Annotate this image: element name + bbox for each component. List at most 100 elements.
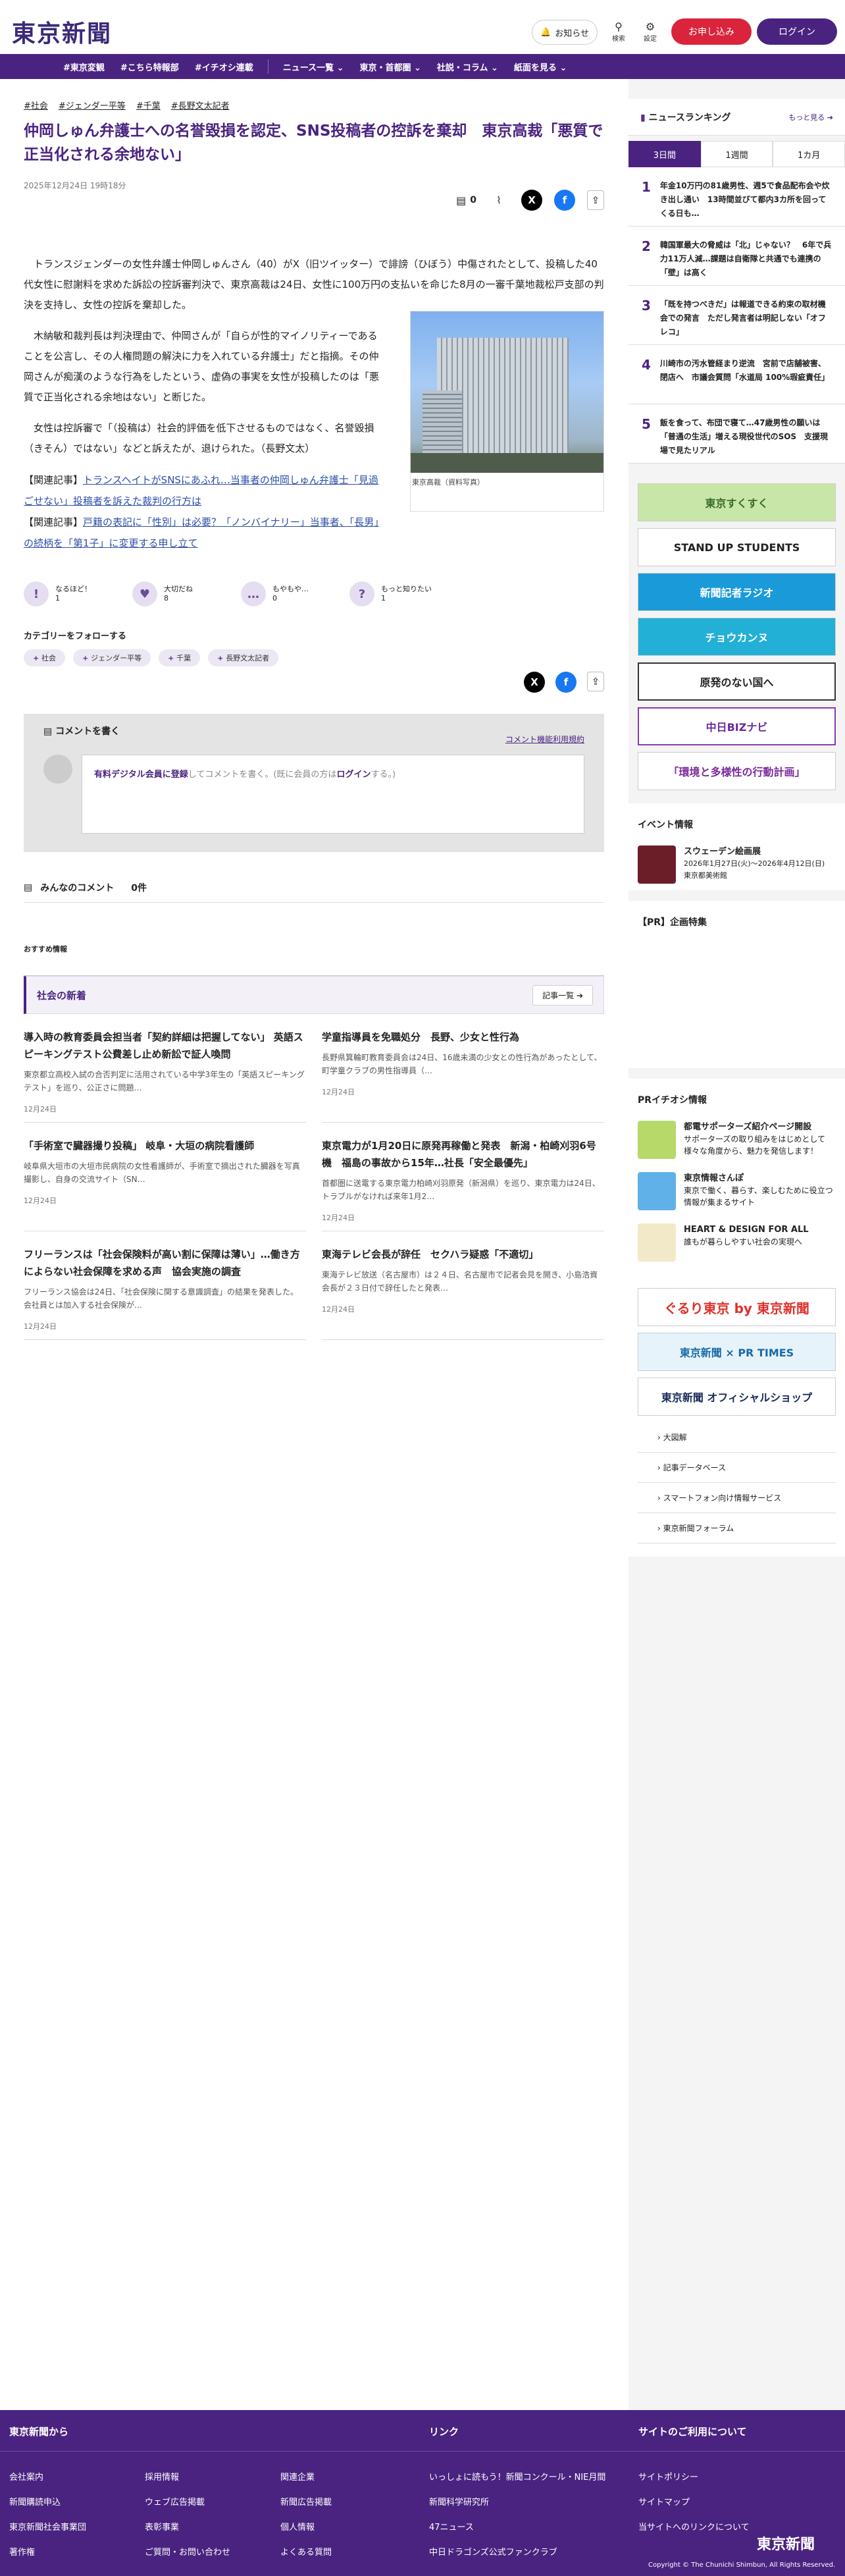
tag-link[interactable]: #社会 bbox=[24, 99, 48, 111]
x-share-icon[interactable]: X bbox=[524, 672, 545, 693]
tag-link[interactable]: #ジェンダー平等 bbox=[59, 99, 126, 111]
side-link[interactable]: › 記事データベース bbox=[638, 1453, 836, 1483]
reaction-button[interactable]: … もやもや… 0 bbox=[241, 581, 349, 606]
banner-official-shop[interactable]: 東京新聞 オフィシャルショップ bbox=[638, 1378, 836, 1416]
reaction-button[interactable]: ♥ 大切だね 8 bbox=[132, 581, 241, 606]
share-icon[interactable]: ⇪ bbox=[587, 190, 604, 210]
side-link[interactable]: › 大図解 bbox=[638, 1422, 836, 1453]
news-item[interactable]: 導入時の教育委員会担当者「契約詳細は把握してない」 英語スピーキングテスト公費差… bbox=[24, 1014, 306, 1123]
tag-link[interactable]: #千葉 bbox=[136, 99, 161, 111]
banner-choukanu[interactable]: チョウカンヌ bbox=[638, 618, 836, 656]
comment-count[interactable]: ▤ 0 bbox=[456, 194, 476, 207]
banner-diversity-plan[interactable]: 「環境と多様性の行動計画」 bbox=[638, 752, 836, 790]
footer-link[interactable]: 著作権 bbox=[9, 2540, 86, 2565]
news-item[interactable]: 学童指導員を免職処分 長野、少女と性行為 長野県箕輪町教育委員会は24日、16歳未… bbox=[322, 1014, 604, 1123]
footer-link[interactable]: 会社案内 bbox=[9, 2465, 86, 2490]
article-figure[interactable]: 東京高裁（資料写真） bbox=[410, 311, 604, 512]
share-icon[interactable]: ⇪ bbox=[587, 672, 604, 691]
facebook-share-icon[interactable]: f bbox=[555, 672, 576, 693]
banner-biz-navi[interactable]: 中日BIZナビ bbox=[638, 707, 836, 745]
footer-link[interactable]: サイトマップ bbox=[638, 2490, 750, 2515]
nav-item[interactable]: #イチオシ連載 bbox=[187, 54, 261, 79]
question-icon: ? bbox=[349, 581, 374, 606]
sidebar: ▮ ニュースランキング もっと見る ➔ 3日間 1週間 1カ月 1 年金10万円の8… bbox=[628, 79, 845, 2410]
footer-link[interactable]: 個人情報 bbox=[280, 2515, 332, 2540]
article-paragraph: トランスジェンダーの女性弁護士仲岡しゅんさん（40）がX（旧ツイッター）で誹謗（… bbox=[24, 258, 604, 311]
side-link[interactable]: › 東京新聞フォーラム bbox=[638, 1513, 836, 1543]
footer-link[interactable]: 当サイトへのリンクについて bbox=[638, 2515, 750, 2540]
nav-item[interactable]: ニュース一覧 ⌄ bbox=[275, 54, 352, 79]
site-logo[interactable]: 東京新聞 bbox=[12, 14, 112, 49]
pr-item[interactable]: 都電サポーターズ紹介ページ開設 サポーターズの取り組みをはじめとして様々な角度から… bbox=[628, 1114, 845, 1166]
nav-item[interactable]: #こちら特報部 bbox=[113, 54, 187, 79]
footer-link[interactable]: 採用情報 bbox=[145, 2465, 230, 2490]
news-item[interactable]: 東京電力が1月20日に原発再稼働と発表 新潟・柏崎刈羽6号機 福島の事故から15… bbox=[322, 1123, 604, 1231]
ranking-more-link[interactable]: もっと見る ➔ bbox=[788, 112, 833, 122]
pr-item[interactable]: 東京情報さんぽ 東京で働く、暮らす、楽しむために役立つ情報が集まるサイト bbox=[628, 1166, 845, 1217]
footer-link[interactable]: よくある質問 bbox=[280, 2540, 332, 2565]
footer-link[interactable]: いっしょに読もう！新聞コンクール・NIE月間 bbox=[429, 2465, 605, 2490]
footer-link[interactable]: ご質問・お問い合わせ bbox=[145, 2540, 230, 2565]
tab-1month[interactable]: 1カ月 bbox=[773, 141, 845, 167]
ranking-item[interactable]: 4 川崎市の汚水管経まり逆流 宮前で店舗被害、閉店へ 市議会質問「水道局 100%… bbox=[628, 345, 845, 404]
footer-link[interactable]: 新聞科学研究所 bbox=[429, 2490, 605, 2515]
banner-stand-up-students[interactable]: STAND UP STUDENTS bbox=[638, 528, 836, 566]
nav-item[interactable]: 社説・コラム ⌄ bbox=[429, 54, 506, 79]
settings-button[interactable]: ⚙ 設定 bbox=[637, 21, 663, 43]
tag-link[interactable]: #長野文太記者 bbox=[171, 99, 230, 111]
search-button[interactable]: ⚲ 検索 bbox=[605, 21, 632, 43]
footer-link[interactable]: 東京新聞社会事業団 bbox=[9, 2515, 86, 2540]
login-button[interactable]: ログイン bbox=[757, 18, 837, 45]
comment-rules-link[interactable]: コメント機能利用規約 bbox=[505, 734, 584, 745]
nav-item[interactable]: #東京変観 bbox=[55, 54, 113, 79]
footer-link[interactable]: 関連企業 bbox=[280, 2465, 332, 2490]
follow-tag[interactable]: + 長野文太記者 bbox=[208, 649, 279, 666]
banner-pr-times[interactable]: 東京新聞 × PR TIMES bbox=[638, 1333, 836, 1371]
x-share-icon[interactable]: X bbox=[521, 190, 542, 211]
side-link[interactable]: › スマートフォン向け情報サービス bbox=[638, 1483, 836, 1513]
news-item[interactable]: フリーランスは「社会保険料が高い割に保障は薄い」…働き方によらない社会保障を求め… bbox=[24, 1231, 306, 1340]
ranking-item[interactable]: 1 年金10万円の81歳男性、週5で食品配布会や炊き出し通い 13時間並びて都内3… bbox=[628, 167, 845, 227]
reaction-button[interactable]: ? もっと知りたい 1 bbox=[349, 581, 458, 606]
login-link[interactable]: ログイン bbox=[336, 770, 371, 780]
reaction-button[interactable]: ! なるほど！ 1 bbox=[24, 581, 132, 606]
footer-link[interactable]: サイトポリシー bbox=[638, 2465, 750, 2490]
event-item[interactable]: スウェーデン絵画展 2026年1月27日(火)〜2026年4月12日(日) 東京都… bbox=[628, 839, 845, 890]
follow-tag[interactable]: + ジェンダー平等 bbox=[73, 649, 151, 666]
facebook-share-icon[interactable]: f bbox=[554, 190, 575, 211]
news-item[interactable]: 東海テレビ会長が辞任 セクハラ疑惑「不適切」 東海テレビ放送（名古屋市）は２４日、… bbox=[322, 1231, 604, 1340]
pr-item[interactable]: HEART & DESIGN FOR ALL 誰もが暮らしやすい社会の実現へ bbox=[628, 1217, 845, 1268]
footer-links: 関連企業 新聞広告掲載 個人情報 よくある質問 bbox=[280, 2465, 332, 2565]
heart-design-thumbnail bbox=[638, 1223, 676, 1262]
comment-input[interactable]: 有料デジタル会員に登録してコメントを書く。(既に会員の方はログインする。) bbox=[82, 755, 584, 834]
clip-icon[interactable]: ⌇ bbox=[488, 190, 509, 211]
footer-link[interactable]: 表彰事業 bbox=[145, 2515, 230, 2540]
banner-reporter-radio[interactable]: 新聞記者ラジオ bbox=[638, 573, 836, 611]
footer-logo[interactable]: 東京新聞 bbox=[757, 2533, 815, 2554]
footer-link[interactable]: 47ニュース bbox=[429, 2515, 605, 2540]
news-item[interactable]: 「手術室で臓器撮り投稿」 岐阜・大垣の病院看護師 岐阜県大垣市の大垣市民病院の女性… bbox=[24, 1123, 306, 1231]
nav-item[interactable]: 紙面を見る ⌄ bbox=[506, 54, 575, 79]
footer-link[interactable]: 新聞広告掲載 bbox=[280, 2490, 332, 2515]
register-button[interactable]: お申し込み bbox=[671, 18, 752, 45]
ranking-item[interactable]: 3 「既を持つべきだ」は報道できる約束の取材機会での発言 ただし発言者は明記しない… bbox=[628, 286, 845, 345]
register-link[interactable]: 有料デジタル会員に登録 bbox=[94, 770, 188, 780]
banner-no-nuclear[interactable]: 原発のない国へ bbox=[638, 662, 836, 701]
nav-item[interactable]: 東京・首都圏 ⌄ bbox=[352, 54, 429, 79]
footer-link[interactable]: 中日ドラゴンズ公式ファンクラブ bbox=[429, 2540, 605, 2565]
more-button[interactable]: 記事一覧 ➔ bbox=[532, 984, 593, 1006]
banner-gururi-tokyo[interactable]: ぐるり東京 by 東京新聞 bbox=[638, 1288, 836, 1326]
footer-links: いっしょに読もう！新聞コンクール・NIE月間 新聞科学研究所 47ニュース 中日ドラゴ… bbox=[429, 2465, 605, 2565]
tab-1week[interactable]: 1週間 bbox=[700, 141, 773, 167]
notify-button[interactable]: 🔔 お知らせ bbox=[532, 20, 598, 45]
footer-link[interactable]: ウェブ広告掲載 bbox=[145, 2490, 230, 2515]
follow-tag[interactable]: + 千葉 bbox=[159, 649, 201, 666]
footer-link[interactable]: 新聞購読申込 bbox=[9, 2490, 86, 2515]
ranking-item[interactable]: 5 飯を食って、布団で寝て…47歳男性の願いは「普通の生活」増える現役世代のSOS… bbox=[628, 404, 845, 464]
ranking-item[interactable]: 2 韓国軍最大の脅威は「北」じゃない？ 6年で兵力11万人減…課題は自衛隊と共通で… bbox=[628, 227, 845, 286]
tab-3days[interactable]: 3日間 bbox=[628, 141, 701, 167]
nav-divider bbox=[267, 59, 269, 74]
follow-tag[interactable]: + 社会 bbox=[24, 649, 66, 666]
banner-tokyo-sukusuku[interactable]: 東京すくすく bbox=[638, 483, 836, 522]
gear-icon: ⚙ bbox=[645, 20, 655, 33]
